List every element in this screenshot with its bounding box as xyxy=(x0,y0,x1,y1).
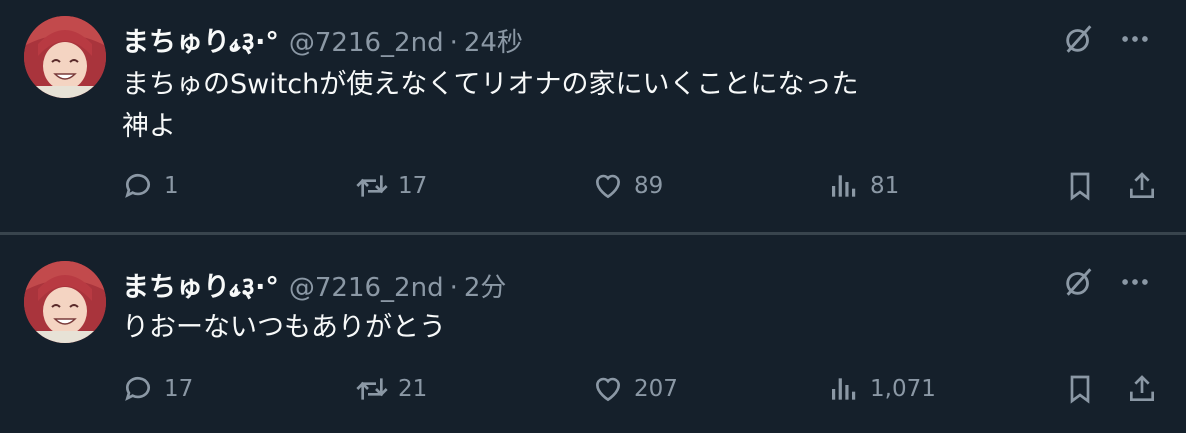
user-handle[interactable]: @7216_2nd xyxy=(289,273,444,303)
retweet-count: 21 xyxy=(398,376,428,402)
bookmark-button[interactable] xyxy=(1064,170,1096,202)
reply-count: 17 xyxy=(164,376,194,402)
tweet-feed: まちゅり𝓼३·° @7216_2nd · 24秒 まちゅのSwitchが使えなく… xyxy=(0,0,1186,431)
slashed-circle-icon[interactable] xyxy=(1062,22,1096,56)
timestamp[interactable]: 24秒 xyxy=(464,22,523,59)
slashed-circle-icon[interactable] xyxy=(1062,265,1096,299)
share-icon xyxy=(1130,375,1154,401)
like-button[interactable]: 89 xyxy=(592,170,663,202)
retweet-icon xyxy=(356,175,388,197)
tweet-text: まちゅのSwitchが使えなくてリオナの家にいくことになった 神よ xyxy=(122,64,858,148)
tweet-actions: 1 17 89 81 xyxy=(122,170,1158,210)
reply-count: 1 xyxy=(164,173,179,199)
display-name[interactable]: まちゅり𝓼३·° xyxy=(122,20,279,59)
tweet-text-line: 神よ xyxy=(122,111,176,142)
share-button[interactable] xyxy=(1126,170,1158,202)
view-count: 81 xyxy=(870,173,900,199)
separator-dot: · xyxy=(449,273,458,303)
timestamp[interactable]: 2分 xyxy=(464,267,507,304)
avatar[interactable] xyxy=(24,261,106,343)
retweet-button[interactable]: 17 xyxy=(356,170,427,202)
tweet-text-line: りおーないつもありがとう xyxy=(122,312,446,343)
views-button[interactable]: 1,071 xyxy=(828,373,936,405)
like-count: 207 xyxy=(634,376,678,402)
tweet-top-actions xyxy=(1062,22,1152,56)
tweet-text-line: まちゅのSwitchが使えなくてリオナの家にいくことになった xyxy=(122,69,859,100)
bookmark-button[interactable] xyxy=(1064,373,1096,405)
like-button[interactable]: 207 xyxy=(592,373,678,405)
views-bars-icon xyxy=(832,175,856,197)
like-count: 89 xyxy=(634,173,664,199)
tweet-text: りおーないつもありがとう xyxy=(122,307,446,349)
tweet-top-actions xyxy=(1062,265,1152,299)
reply-bubble-icon xyxy=(125,376,150,401)
retweet-count: 17 xyxy=(398,173,428,199)
share-icon xyxy=(1130,172,1154,198)
bookmark-icon xyxy=(1070,172,1090,201)
separator-dot: · xyxy=(449,28,458,58)
reply-button[interactable]: 1 xyxy=(122,170,179,202)
bookmark-icon xyxy=(1070,375,1090,404)
tweet-actions: 17 21 207 1,071 xyxy=(122,373,1158,413)
reply-bubble-icon xyxy=(125,173,150,198)
retweet-icon xyxy=(356,378,388,400)
heart-icon xyxy=(595,377,621,402)
view-count: 1,071 xyxy=(870,376,936,402)
more-dots-icon[interactable] xyxy=(1118,265,1152,299)
user-handle[interactable]: @7216_2nd xyxy=(289,28,444,58)
share-button[interactable] xyxy=(1126,373,1158,405)
tweet[interactable]: まちゅり𝓼३·° @7216_2nd · 2分 りおーないつもありがとう 17 … xyxy=(0,232,1186,431)
display-name[interactable]: まちゅり𝓼३·° xyxy=(122,265,279,304)
avatar[interactable] xyxy=(24,16,106,98)
more-dots-icon[interactable] xyxy=(1118,22,1152,56)
reply-button[interactable]: 17 xyxy=(122,373,193,405)
heart-icon xyxy=(595,174,621,199)
tweet[interactable]: まちゅり𝓼३·° @7216_2nd · 24秒 まちゅのSwitchが使えなく… xyxy=(0,0,1186,232)
views-bars-icon xyxy=(832,378,856,400)
tweet-header: まちゅり𝓼३·° @7216_2nd · 2分 xyxy=(122,265,506,304)
tweet-header: まちゅり𝓼३·° @7216_2nd · 24秒 xyxy=(122,20,523,59)
views-button[interactable]: 81 xyxy=(828,170,899,202)
retweet-button[interactable]: 21 xyxy=(356,373,427,405)
